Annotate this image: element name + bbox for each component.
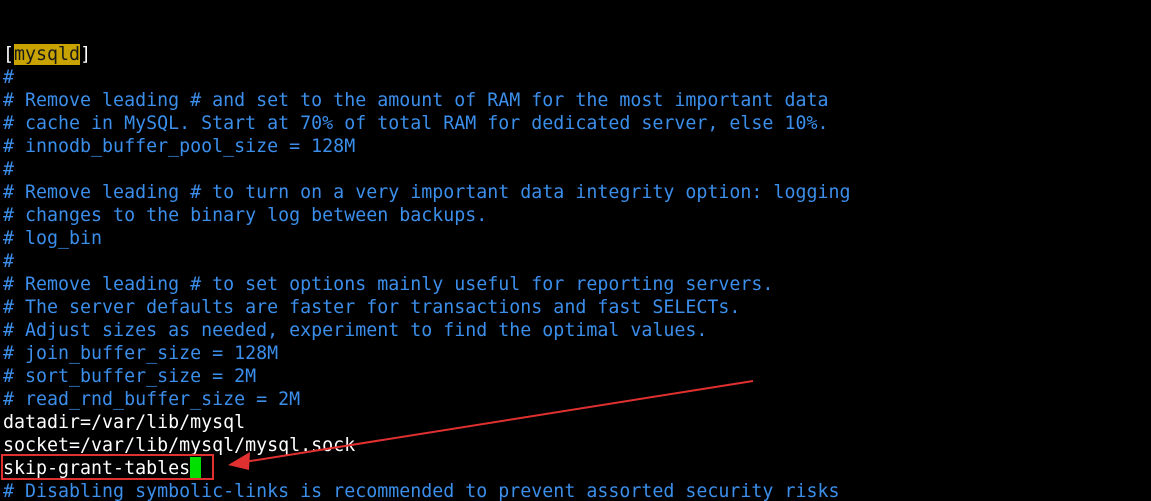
comment-line: # <box>3 67 15 88</box>
comment-line: # changes to the binary log between back… <box>3 205 488 226</box>
terminal-window[interactable]: [mysqld] # # Remove leading # and set to… <box>0 0 1151 501</box>
comment-line: # log_bin <box>3 228 103 249</box>
comment-line: # <box>3 159 15 180</box>
comment-line: # cache in MySQL. Start at 70% of total … <box>3 113 829 134</box>
datadir-line: datadir=/var/lib/mysql <box>3 412 246 433</box>
annotation-highlight-box <box>1 454 214 480</box>
comment-line: # join_buffer_size = 128M <box>3 343 279 364</box>
section-close-bracket: ] <box>80 44 92 65</box>
comment-line: # Remove leading # to turn on a very imp… <box>3 182 851 203</box>
section-open-bracket: [ <box>3 44 15 65</box>
config-file-content: [mysqld] # # Remove leading # and set to… <box>3 43 850 501</box>
comment-line: # Remove leading # and set to the amount… <box>3 90 829 111</box>
comment-line: # Disabling symbolic-links is recommende… <box>3 481 840 501</box>
comment-line: # <box>3 251 15 272</box>
comment-line: # innodb_buffer_pool_size = 128M <box>3 136 356 157</box>
comment-line: # Adjust sizes as needed, experiment to … <box>3 320 708 341</box>
section-name-highlight: mysqld <box>14 44 81 65</box>
comment-line: # Remove leading # to set options mainly… <box>3 274 774 295</box>
comment-line: # The server defaults are faster for tra… <box>3 297 741 318</box>
section-header-line: [mysqld] <box>3 43 850 66</box>
comment-line: # read_rnd_buffer_size = 2M <box>3 389 301 410</box>
comment-line: # sort_buffer_size = 2M <box>3 366 257 387</box>
